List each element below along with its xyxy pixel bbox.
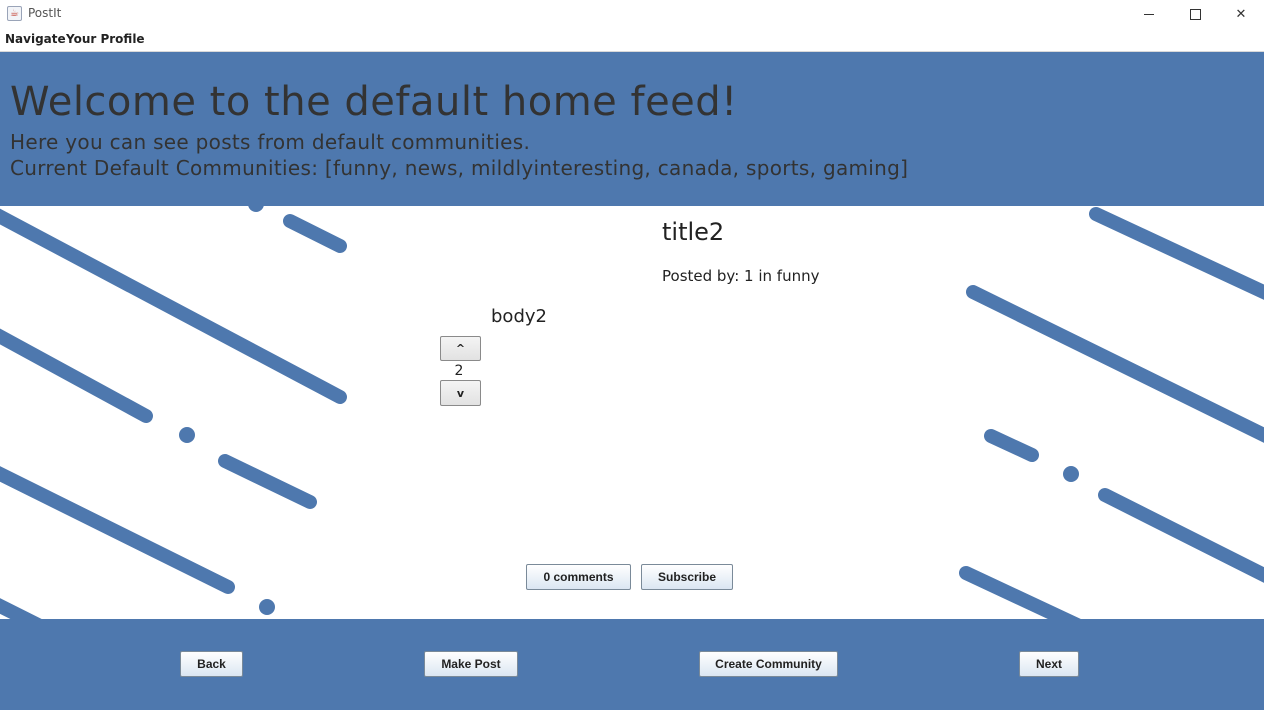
- post-title[interactable]: title2: [662, 218, 724, 246]
- subscribe-button[interactable]: Subscribe: [641, 564, 733, 590]
- minimize-icon: [1144, 13, 1154, 15]
- maximize-icon: [1189, 8, 1201, 20]
- downvote-button[interactable]: v: [440, 380, 481, 406]
- java-cup-icon: ☕: [7, 6, 22, 21]
- feed-header: Welcome to the default home feed! Here y…: [0, 52, 1264, 206]
- next-button[interactable]: Next: [1019, 651, 1079, 677]
- page-subtitle: Here you can see posts from default comm…: [10, 130, 531, 154]
- default-communities-text: Current Default Communities: [funny, new…: [10, 156, 909, 180]
- close-icon: ✕: [1235, 6, 1247, 22]
- window-title: PostIt: [28, 6, 62, 20]
- post-panel: title2 Posted by: 1 in funny body2 ^ 2 v…: [0, 206, 1264, 619]
- comments-button[interactable]: 0 comments: [526, 564, 631, 590]
- maximize-button[interactable]: [1172, 0, 1218, 28]
- post-body: body2: [491, 306, 547, 327]
- back-button[interactable]: Back: [180, 651, 243, 677]
- create-community-button[interactable]: Create Community: [699, 651, 838, 677]
- page-title: Welcome to the default home feed!: [10, 79, 738, 125]
- upvote-button[interactable]: ^: [440, 336, 481, 361]
- menu-bar: Navigate Your Profile: [0, 28, 1264, 52]
- footer-nav: Back Make Post Create Community Next: [0, 619, 1264, 710]
- post-author-community: Posted by: 1 in funny: [662, 267, 820, 285]
- make-post-button[interactable]: Make Post: [424, 651, 518, 677]
- minimize-button[interactable]: [1126, 0, 1172, 28]
- close-button[interactable]: ✕: [1218, 0, 1264, 28]
- menu-your-profile[interactable]: Your Profile: [66, 32, 145, 46]
- background-stripes-decoration: [0, 206, 1264, 619]
- window-titlebar: ☕ PostIt ✕: [0, 0, 1264, 28]
- vote-score: 2: [454, 363, 464, 379]
- menu-navigate[interactable]: Navigate: [5, 32, 66, 46]
